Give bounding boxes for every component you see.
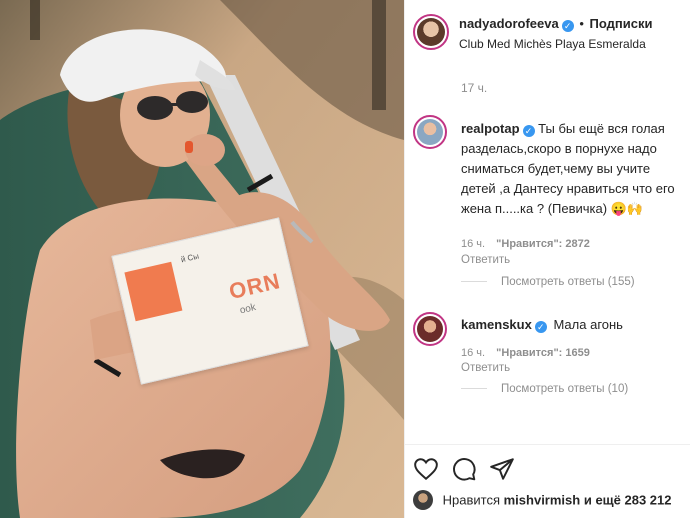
comment-item: kamenskux ✓ Мала агонь 16 ч. "Нравится": … (405, 308, 690, 408)
author-username[interactable]: nadyadorofeeva (459, 16, 559, 31)
comment-time: 16 ч. (461, 347, 486, 359)
book-cover-text-1: й Cы (180, 251, 200, 265)
comment-meta: 16 ч. "Нравится": 2872 (461, 238, 590, 250)
view-replies-button[interactable]: Посмотреть ответы (155) (461, 276, 635, 288)
comment-time: 16 ч. (461, 238, 486, 250)
heart-icon[interactable] (413, 456, 439, 482)
comment-likes[interactable]: "Нравится": 2872 (496, 238, 590, 250)
comment-meta: 16 ч. "Нравится": 1659 (461, 347, 590, 359)
commenter-avatar[interactable] (413, 312, 447, 346)
reply-button[interactable]: Ответить (461, 362, 510, 374)
likes-summary: Нравится mishvirmish и ещё 283 212 (413, 490, 671, 512)
book-cover-text-3: ook (238, 302, 257, 317)
comment-body: kamenskux ✓ Мала агонь (461, 315, 681, 335)
book-cover-text-2: ORN (226, 268, 283, 305)
author-avatar[interactable] (413, 14, 449, 50)
verified-badge-icon: ✓ (534, 321, 547, 333)
likes-count[interactable]: и ещё 283 212 (584, 493, 672, 508)
comment-body: realpotap ✓ Ты бы ещё вся голая разделась… (461, 119, 681, 219)
comment-username[interactable]: kamenskux (461, 317, 532, 332)
post-location[interactable]: Club Med Michès Playa Esmeralda (459, 37, 646, 51)
verified-badge-icon: ✓ (522, 125, 535, 137)
comment-username[interactable]: realpotap (461, 121, 520, 136)
comment-item: realpotap ✓ Ты бы ещё вся голая разделась… (405, 110, 690, 290)
instagram-post: й Cы ORN ook nadyadorofeeva ✓ • Подписки … (0, 0, 690, 518)
post-side-panel: nadyadorofeeva ✓ • Подписки Club Med Mich… (404, 0, 690, 518)
header-line: nadyadorofeeva ✓ • Подписки (459, 16, 652, 32)
post-actions-bar: Нравится mishvirmish и ещё 283 212 (405, 444, 690, 519)
commenter-avatar[interactable] (413, 115, 447, 149)
post-header: nadyadorofeeva ✓ • Подписки Club Med Mich… (405, 0, 690, 66)
book-cover-orange-block (124, 261, 183, 322)
follow-status-button[interactable]: Подписки (590, 16, 653, 31)
comment-text: Мала агонь (553, 317, 623, 332)
separator-dot: • (579, 16, 584, 31)
post-photo[interactable]: й Cы ORN ook (0, 0, 404, 518)
view-replies-button[interactable]: Посмотреть ответы (10) (461, 383, 628, 395)
likes-prefix: Нравится (442, 492, 500, 508)
comment-icon[interactable] (451, 456, 477, 482)
liker-avatar[interactable] (413, 490, 433, 510)
paper-plane-icon[interactable] (489, 456, 515, 482)
post-timestamp: 17 ч. (461, 81, 488, 95)
liker-username[interactable]: mishvirmish (504, 493, 581, 508)
verified-badge-icon: ✓ (561, 20, 574, 32)
comment-likes[interactable]: "Нравится": 1659 (496, 347, 590, 359)
reply-button[interactable]: Ответить (461, 254, 510, 266)
